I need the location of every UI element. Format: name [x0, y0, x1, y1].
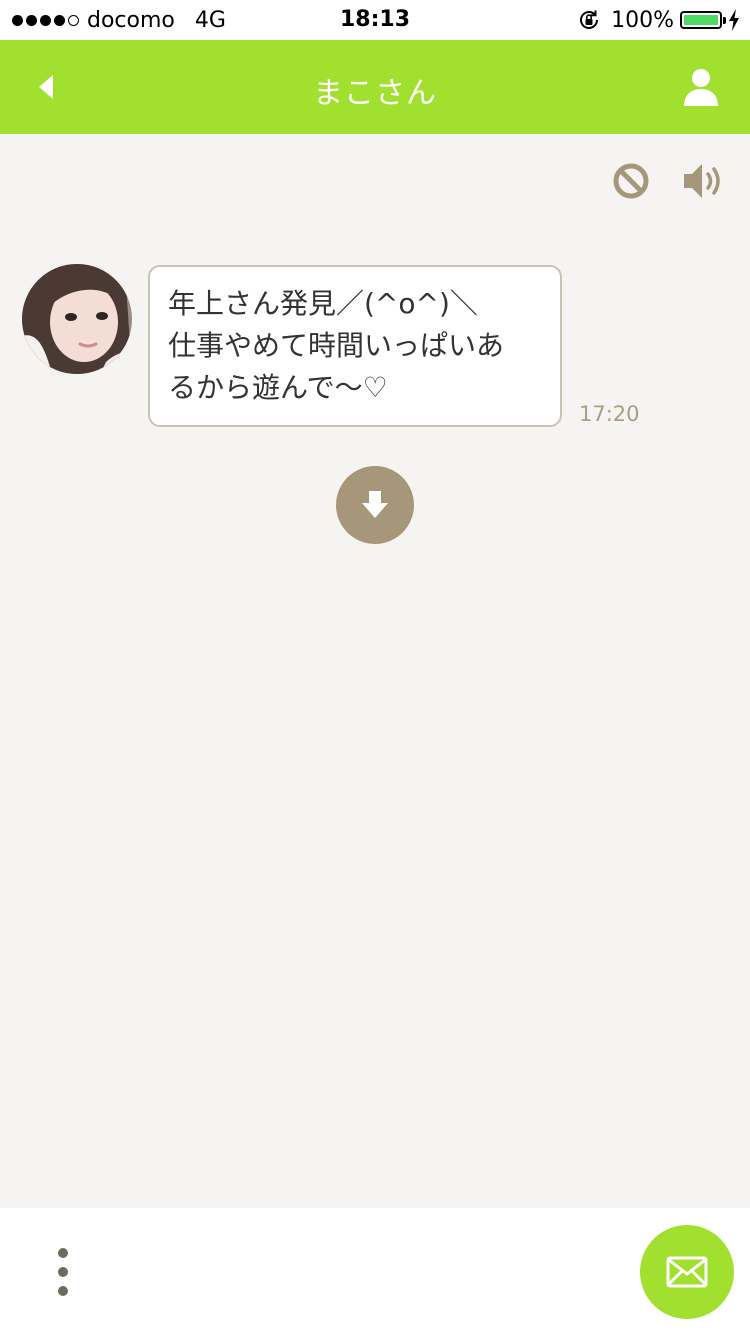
profile-button[interactable] — [678, 64, 724, 110]
speaker-icon — [684, 164, 720, 198]
rotation-lock-icon — [577, 8, 601, 32]
person-icon — [684, 69, 718, 106]
avatar[interactable] — [22, 264, 132, 374]
more-vertical-icon — [58, 1248, 68, 1258]
page-title: まこさん — [313, 76, 437, 111]
download-button[interactable] — [336, 466, 414, 544]
charging-icon — [728, 9, 740, 31]
avatar-photo — [22, 264, 132, 374]
message-text-line: 仕事やめて時間いっぱいあ — [168, 329, 505, 362]
block-icon — [613, 163, 649, 199]
back-button[interactable] — [26, 67, 66, 107]
battery-icon — [680, 11, 726, 29]
message-timestamp: 17:20 — [579, 402, 640, 426]
battery-percentage: 100% — [611, 7, 674, 33]
block-button[interactable] — [610, 160, 652, 202]
sound-toggle-button[interactable] — [680, 158, 728, 204]
message-text-line: 年上さん発見／(^o^)＼ — [168, 287, 478, 320]
more-vertical-icon — [58, 1286, 68, 1296]
status-bar: docomo 4G 18:13 100% — [0, 0, 750, 40]
message-bubble[interactable]: 年上さん発見／(^o^)＼ 仕事やめて時間いっぱいあ るから遊んで〜♡ — [148, 265, 562, 427]
compose-message-button[interactable] — [640, 1225, 734, 1319]
more-menu-button[interactable] — [44, 1244, 82, 1300]
download-arrow-icon — [362, 491, 388, 518]
battery-fill — [684, 15, 718, 25]
status-right: 100% — [577, 7, 740, 33]
mail-icon — [666, 1256, 708, 1288]
bottom-bar — [0, 1208, 750, 1334]
back-arrow-icon — [39, 75, 53, 99]
message-text-line: るから遊んで〜♡ — [168, 371, 388, 404]
nav-bar: まこさん — [0, 40, 750, 134]
more-vertical-icon — [58, 1267, 68, 1277]
